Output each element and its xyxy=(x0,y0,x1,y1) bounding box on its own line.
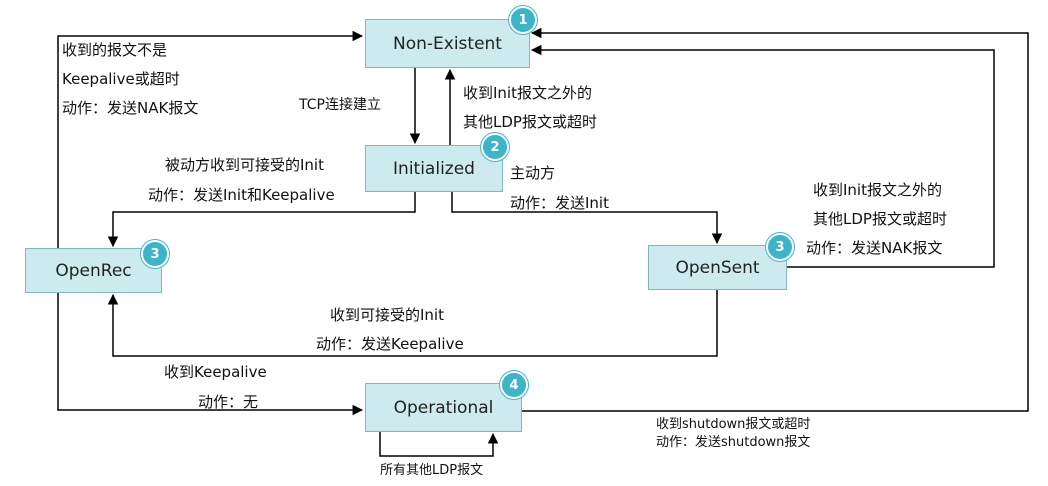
label-init-fail-line1: 收到Init报文之外的 xyxy=(463,84,592,102)
state-label: Operational xyxy=(393,397,494,418)
state-number-badge: 4 xyxy=(500,371,528,399)
state-number-badge: 3 xyxy=(141,240,169,268)
arrow-operational-to-nonexistent xyxy=(522,27,1029,412)
state-non-existent: Non-Existent xyxy=(365,19,530,68)
label-passive-line1: 被动方收到可接受的Init xyxy=(165,156,324,174)
ldp-session-state-diagram: Non-Existent 1 Initialized 2 OpenRec 3 O… xyxy=(0,0,1048,486)
state-number-badge: 2 xyxy=(481,133,509,161)
label-left-top-line3: 动作：发送NAK报文 xyxy=(62,99,199,117)
label-keepalive-line2: 动作：无 xyxy=(198,393,259,411)
state-operational: Operational xyxy=(365,383,522,432)
label-passive-line2: 动作：发送Init和Keepalive xyxy=(148,186,335,204)
state-number-badge: 1 xyxy=(509,6,537,34)
label-tcp-connect: TCP连接建立 xyxy=(299,97,381,113)
label-accept-init-line1: 收到可接受的Init xyxy=(330,306,444,324)
label-shutdown-line1: 收到shutdown报文或超时 xyxy=(656,417,811,432)
label-opensent-fail-line2: 其他LDP报文或超时 xyxy=(813,210,947,228)
label-keepalive-line1: 收到Keepalive xyxy=(164,363,267,381)
state-label: Non-Existent xyxy=(393,33,502,54)
label-accept-init-line2: 动作：发送Keepalive xyxy=(316,335,464,353)
arrow-opensent-to-nonexistent xyxy=(530,44,995,268)
label-opensent-fail-line1: 收到Init报文之外的 xyxy=(813,181,942,199)
label-active-line2: 动作：发送Init xyxy=(510,194,609,212)
state-label: OpenSent xyxy=(675,257,760,278)
label-left-top-line2: Keepalive或超时 xyxy=(62,70,180,88)
label-init-fail-line2: 其他LDP报文或超时 xyxy=(463,113,597,131)
label-shutdown-line2: 动作：发送shutdown报文 xyxy=(656,435,811,450)
label-self-loop: 所有其他LDP报文 xyxy=(380,463,484,478)
label-active-line1: 主动方 xyxy=(510,164,556,182)
state-label: Initialized xyxy=(393,158,475,179)
state-number-badge: 3 xyxy=(766,233,794,261)
label-left-top-line1: 收到的报文不是 xyxy=(62,41,168,59)
arrow-openrec-to-nonexistent xyxy=(57,30,364,248)
arrow-operational-self-loop xyxy=(379,432,499,457)
label-opensent-fail-line3: 动作：发送NAK报文 xyxy=(806,239,943,257)
state-label: OpenRec xyxy=(55,260,132,281)
